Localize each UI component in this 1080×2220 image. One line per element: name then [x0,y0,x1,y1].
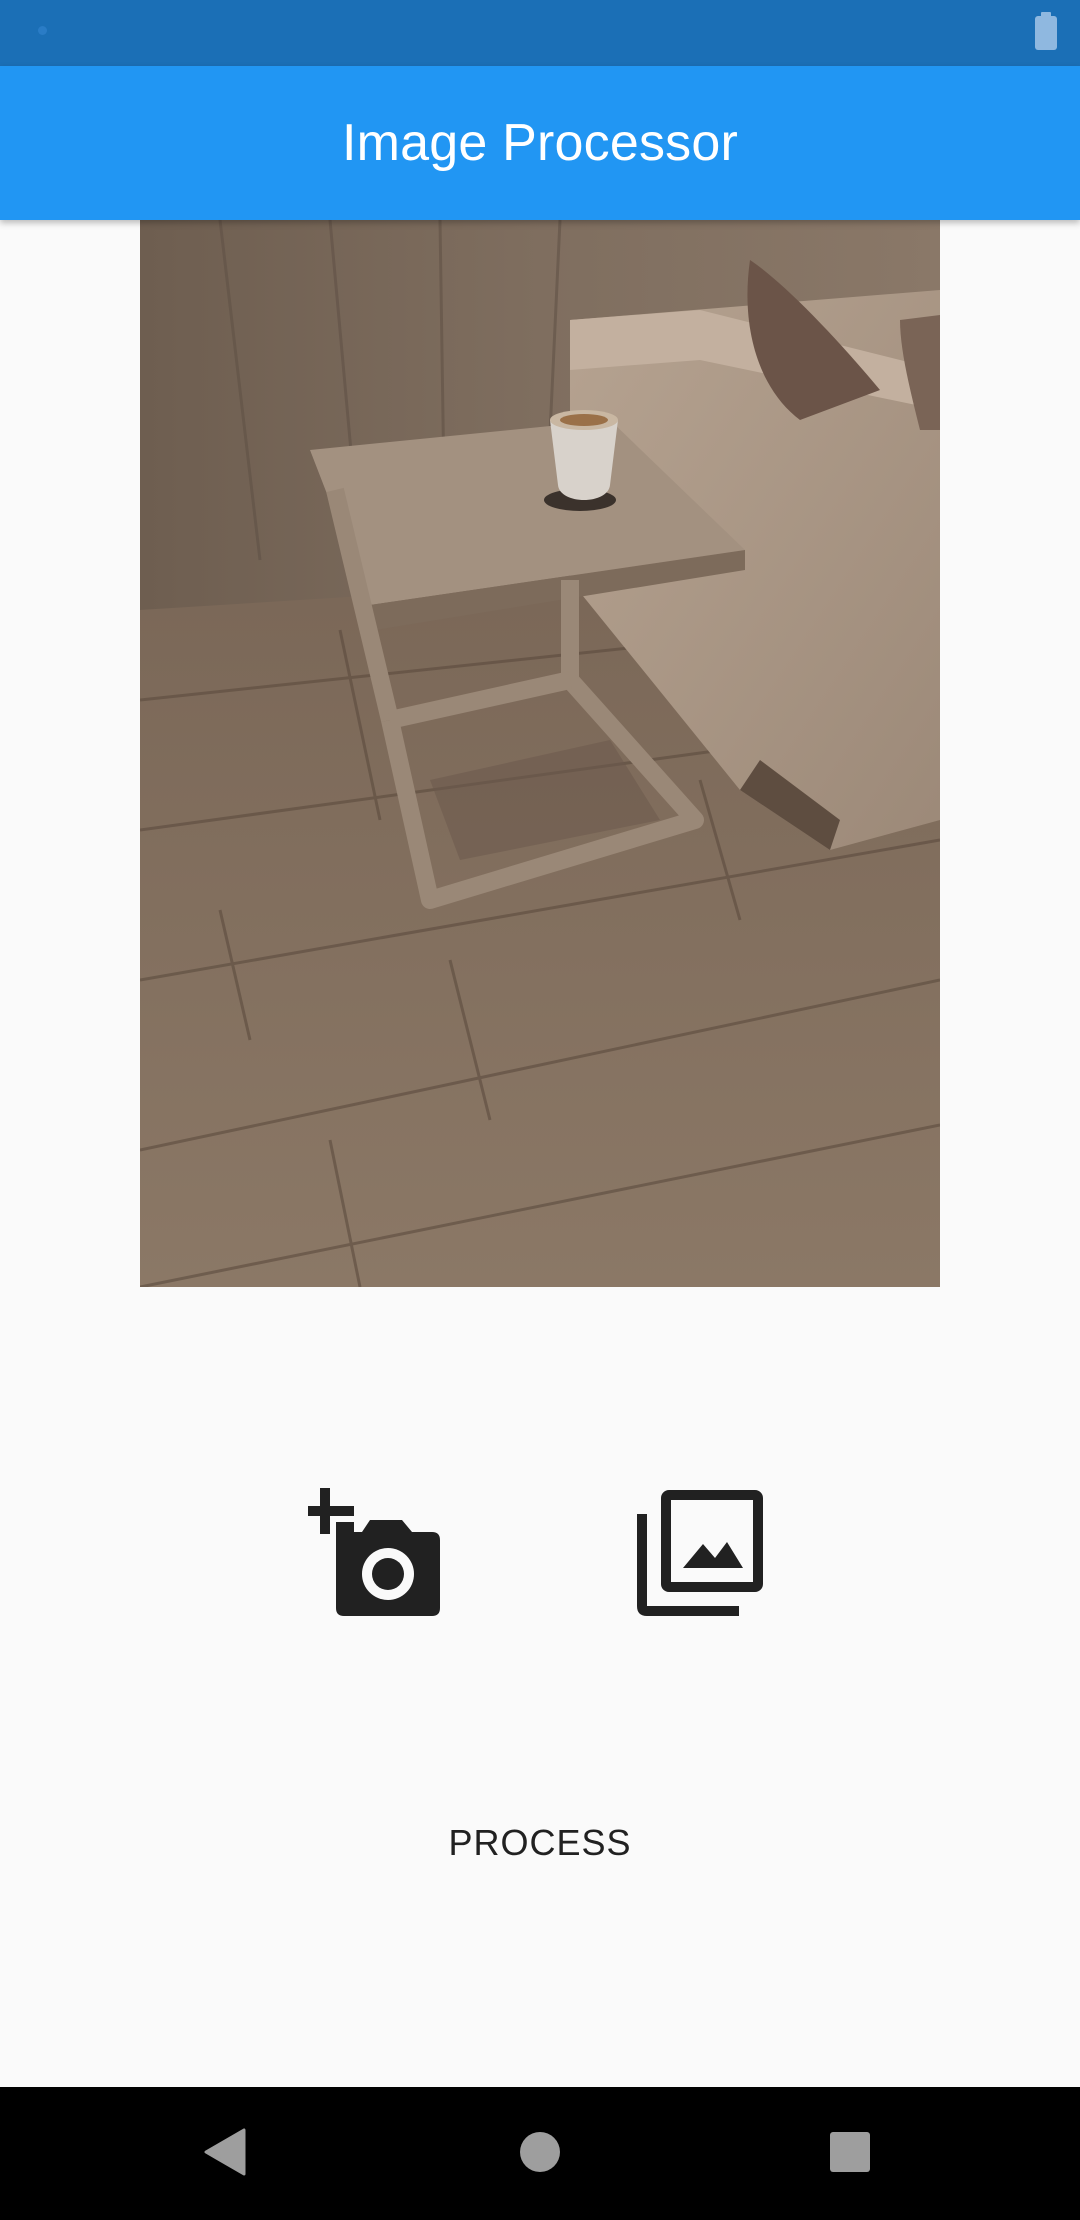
process-button[interactable]: PROCESS [390,1800,690,1886]
nav-home-button[interactable] [490,2107,590,2197]
recents-icon [830,2132,870,2172]
nav-recents-button[interactable] [800,2107,900,2197]
navigation-bar [0,2087,1080,2220]
screen: Image Processor PROCESS [0,0,1080,2220]
back-icon [204,2128,246,2176]
app-title: Image Processor [341,114,739,172]
gallery-button[interactable] [620,1473,780,1633]
home-icon [520,2132,560,2172]
battery-icon [1035,12,1057,50]
notification-dot-icon [38,26,47,35]
app-bar: Image Processor [0,66,1080,220]
status-bar [0,0,1080,66]
add-a-photo-icon [308,1488,440,1616]
photo-library-icon [637,1490,763,1616]
processed-photo [140,220,940,1287]
add-photo-button[interactable] [298,1473,458,1633]
nav-back-button[interactable] [176,2107,276,2197]
